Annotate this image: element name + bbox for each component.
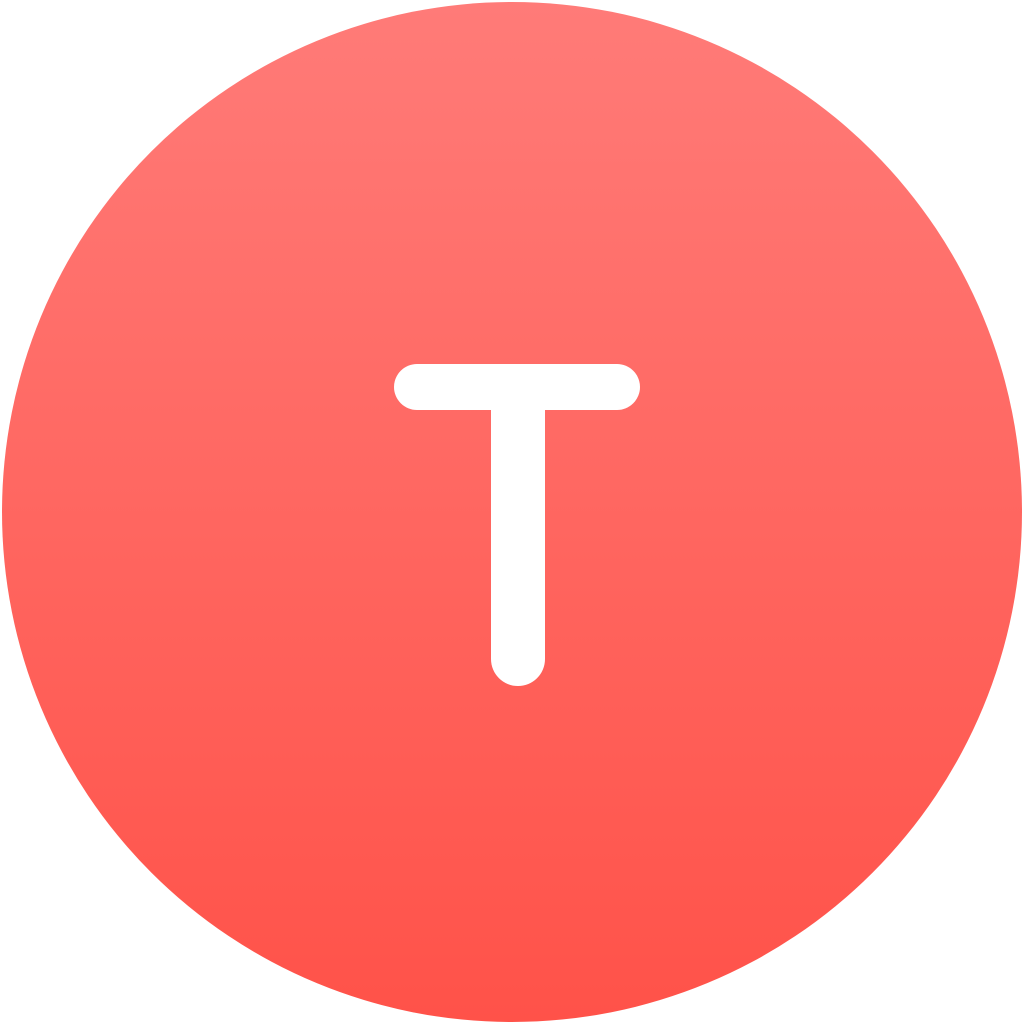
app-icon[interactable]: T [0,0,1024,1024]
letter-t-stem [491,364,545,686]
avatar-circle-svg: T [2,2,1022,1022]
